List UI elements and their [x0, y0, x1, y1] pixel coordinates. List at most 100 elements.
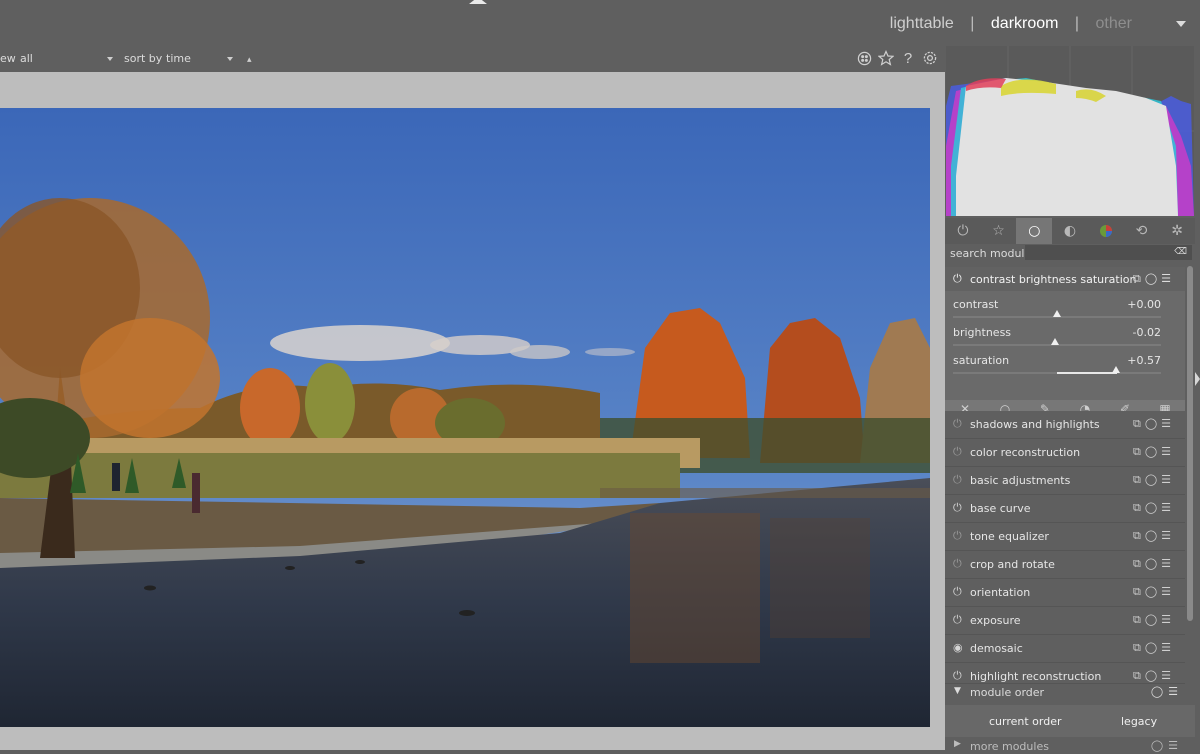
color-icon[interactable]: [1088, 218, 1124, 244]
module-search: search module ⌫: [945, 244, 1195, 264]
module-actions[interactable]: ⧉◯☰: [1133, 417, 1175, 431]
tone-icon[interactable]: ◐: [1052, 218, 1088, 244]
panel-scrollbar[interactable]: [1187, 266, 1193, 621]
chevron-down-icon[interactable]: [107, 57, 113, 61]
module-name: tone equalizer: [970, 530, 1049, 543]
module-row[interactable]: ◉ demosaic ⧉◯☰: [945, 635, 1185, 663]
correct-icon[interactable]: ⟲: [1124, 218, 1160, 244]
power-icon[interactable]: ⏻: [953, 669, 962, 683]
view-filter-label: ew: [0, 52, 16, 65]
power-icon[interactable]: ⏻: [953, 473, 962, 487]
current-order-label: current order: [989, 715, 1062, 728]
slider-thumb[interactable]: [1053, 310, 1061, 317]
module-row[interactable]: ⏻ base curve ⧉◯☰: [945, 495, 1185, 523]
filter-bar-icons: ?: [855, 49, 939, 67]
power-icon[interactable]: ⏻: [953, 417, 962, 431]
more-modules-label: more modules: [970, 740, 1049, 753]
views-menu-arrow-icon[interactable]: [1176, 21, 1186, 27]
view-switcher: lighttable | darkroom | other: [884, 15, 1138, 33]
histogram[interactable]: [946, 46, 1194, 216]
module-actions[interactable]: ⧉◯☰: [1133, 445, 1175, 459]
power-icon[interactable]: ◉: [953, 641, 963, 654]
power-icon[interactable]: ⏻: [953, 557, 962, 571]
slider-brightness[interactable]: brightness -0.02: [945, 322, 1185, 350]
module-row[interactable]: ⏻ crop and rotate ⧉◯☰: [945, 551, 1185, 579]
module-actions[interactable]: ⧉◯☰: [1133, 272, 1175, 286]
collapse-top-arrow[interactable]: [469, 0, 487, 4]
module-order-actions[interactable]: ◯☰: [1151, 685, 1183, 698]
view-darkroom[interactable]: darkroom: [991, 15, 1059, 32]
module-actions[interactable]: ⧉◯☰: [1133, 641, 1175, 655]
power-icon[interactable]: ⏻: [953, 445, 962, 459]
module-row[interactable]: ⏻ tone equalizer ⧉◯☰: [945, 523, 1185, 551]
module-row[interactable]: ⏻ shadows and highlights ⧉◯☰: [945, 411, 1185, 439]
slider-thumb[interactable]: [1112, 366, 1120, 373]
module-actions[interactable]: ⧉◯☰: [1133, 669, 1175, 683]
module-actions[interactable]: ⧉◯☰: [1133, 529, 1175, 543]
module-row[interactable]: ⏻ orientation ⧉◯☰: [945, 579, 1185, 607]
slider-value: +0.57: [1127, 354, 1161, 367]
module-actions[interactable]: ⧉◯☰: [1133, 473, 1175, 487]
view-filter-select[interactable]: all: [20, 52, 33, 65]
module-header[interactable]: ⏻ contrast brightness saturation ⧉◯☰: [945, 267, 1185, 291]
module-name: base curve: [970, 502, 1031, 515]
sort-direction-toggle[interactable]: ▴: [247, 55, 252, 65]
module-name: crop and rotate: [970, 558, 1055, 571]
slider-value: +0.00: [1127, 298, 1161, 311]
module-row[interactable]: ⏻ color reconstruction ⧉◯☰: [945, 439, 1185, 467]
search-module-input[interactable]: [1025, 245, 1192, 260]
view-separator: |: [1074, 15, 1080, 32]
effect-icon[interactable]: ✲: [1159, 218, 1195, 244]
slider-thumb[interactable]: [1051, 338, 1059, 345]
image-canvas[interactable]: [0, 72, 945, 750]
module-row[interactable]: ⏻ highlight reconstruction ⧉◯☰: [945, 663, 1185, 684]
photo-preview[interactable]: [0, 108, 930, 727]
module-name: orientation: [970, 586, 1031, 599]
color-labels-icon[interactable]: [855, 49, 873, 67]
search-module-label: search module: [950, 247, 1032, 260]
clear-icon[interactable]: ⌫: [1174, 247, 1187, 257]
sort-by-select[interactable]: time: [166, 52, 191, 65]
collapse-right-panel-arrow[interactable]: [1195, 372, 1200, 386]
expand-arrow-icon[interactable]: ▼: [954, 686, 961, 696]
gear-icon[interactable]: [921, 49, 939, 67]
module-order-header[interactable]: ▼ module order ◯☰: [945, 683, 1195, 701]
module-name: exposure: [970, 614, 1021, 627]
module-name: highlight reconstruction: [970, 670, 1102, 683]
module-actions[interactable]: ⧉◯☰: [1133, 501, 1175, 515]
module-actions[interactable]: ⧉◯☰: [1133, 585, 1175, 599]
module-actions[interactable]: ⧉◯☰: [1133, 557, 1175, 571]
collapse-arrow-icon[interactable]: ▶: [954, 739, 961, 749]
star-icon[interactable]: ☆: [981, 218, 1017, 244]
more-modules-actions[interactable]: ◯☰: [1151, 739, 1183, 752]
chevron-down-icon[interactable]: [227, 57, 233, 61]
right-panel: ⏻ ☆ ○ ◐ ⟲ ✲ search module ⌫ ⏻ contrast b…: [945, 46, 1200, 753]
module-name: contrast brightness saturation: [970, 273, 1137, 286]
star-icon[interactable]: [877, 49, 895, 67]
view-lighttable[interactable]: lighttable: [890, 15, 954, 32]
power-icon[interactable]: ⏻: [953, 613, 962, 627]
power-icon[interactable]: ⏻: [953, 585, 962, 599]
slider-fill: [1057, 372, 1117, 374]
order-preset-value[interactable]: legacy: [1121, 715, 1157, 728]
sort-by-label: sort by: [124, 52, 163, 65]
power-icon[interactable]: ⏻: [945, 218, 981, 244]
power-icon[interactable]: ⏻: [953, 501, 962, 515]
circle-icon[interactable]: ○: [1016, 218, 1053, 244]
module-actions[interactable]: ⧉◯☰: [1133, 613, 1175, 627]
module-row[interactable]: ⏻ exposure ⧉◯☰: [945, 607, 1185, 635]
module-order-label: module order: [970, 686, 1045, 699]
help-icon[interactable]: ?: [899, 49, 917, 67]
view-other[interactable]: other: [1096, 15, 1132, 32]
slider-contrast[interactable]: contrast +0.00: [945, 294, 1185, 322]
more-modules-header[interactable]: ▶ more modules ◯☰: [945, 739, 1195, 754]
slider-saturation[interactable]: saturation +0.57: [945, 350, 1185, 378]
slider-value: -0.02: [1132, 326, 1161, 339]
slider-label: contrast: [953, 298, 999, 311]
module-row[interactable]: ⏻ basic adjustments ⧉◯☰: [945, 467, 1185, 495]
module-name: basic adjustments: [970, 474, 1071, 487]
top-bar: lighttable | darkroom | other: [0, 0, 1200, 46]
power-icon[interactable]: ⏻: [953, 272, 962, 286]
module-order-row: current order legacy: [945, 705, 1195, 737]
power-icon[interactable]: ⏻: [953, 529, 962, 543]
